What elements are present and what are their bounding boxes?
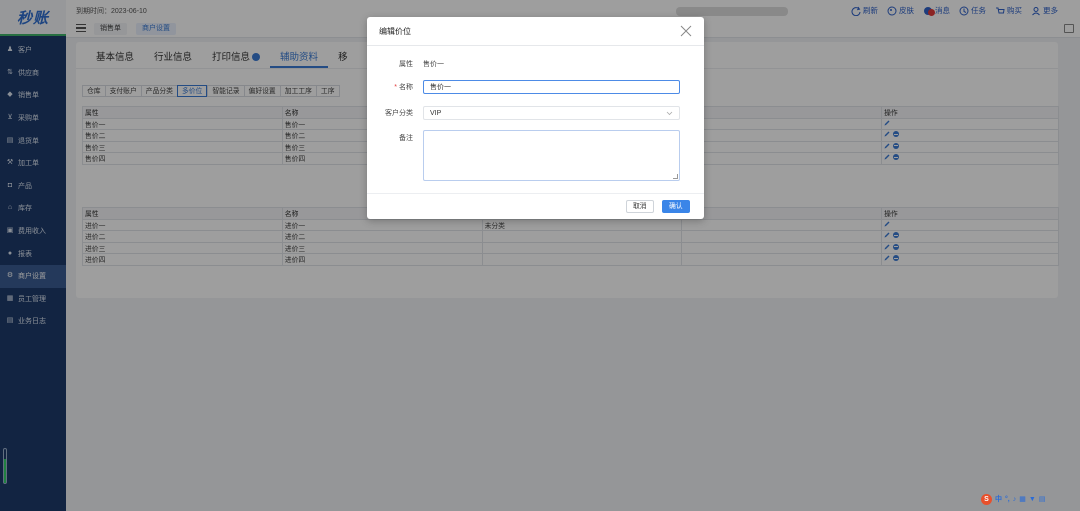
keyboard-icon: ▦ xyxy=(1019,496,1026,503)
required-mark: * xyxy=(394,84,397,91)
name-label-wrap: * 名称 xyxy=(367,82,423,92)
attr-value: 售价一 xyxy=(423,61,444,68)
skin-icon: ▼ xyxy=(1028,495,1036,503)
category-label: 客户分类 xyxy=(385,110,413,117)
ime-toolbar[interactable]: S 中 °, ♪ ▦ ▼ ▤ xyxy=(981,493,1045,505)
dialog-title: 编辑价位 xyxy=(379,27,411,36)
footer-divider xyxy=(367,193,704,194)
edit-price-dialog: 编辑价位 属性 售价一 * 名称 售价一 客户分类 VIP 备注 取消 确认 xyxy=(367,17,704,219)
name-input[interactable]: 售价一 xyxy=(423,80,680,94)
close-icon[interactable] xyxy=(680,25,692,37)
note-label: 备注 xyxy=(399,135,413,142)
note-textarea[interactable] xyxy=(423,130,680,181)
dialog-divider xyxy=(367,45,704,46)
attr-label: 属性 xyxy=(399,61,413,68)
grid-icon: ▤ xyxy=(1038,496,1046,503)
name-row: * 名称 售价一 xyxy=(367,80,680,94)
punct-icon: °, xyxy=(1005,495,1010,503)
category-select[interactable]: VIP xyxy=(423,106,680,120)
chevron-down-icon xyxy=(666,111,673,115)
sogou-icon: S xyxy=(981,493,992,505)
confirm-button[interactable]: 确认 xyxy=(662,200,690,213)
cancel-button[interactable]: 取消 xyxy=(626,200,654,213)
name-label: 名称 xyxy=(399,84,413,91)
category-row: 客户分类 VIP xyxy=(367,106,680,120)
category-value: VIP xyxy=(430,109,442,117)
ime-mode: 中 xyxy=(995,496,1002,503)
attr-row: 属性 售价一 xyxy=(367,59,444,69)
mic-icon: ♪ xyxy=(1012,495,1017,503)
note-row: 备注 xyxy=(367,130,680,181)
